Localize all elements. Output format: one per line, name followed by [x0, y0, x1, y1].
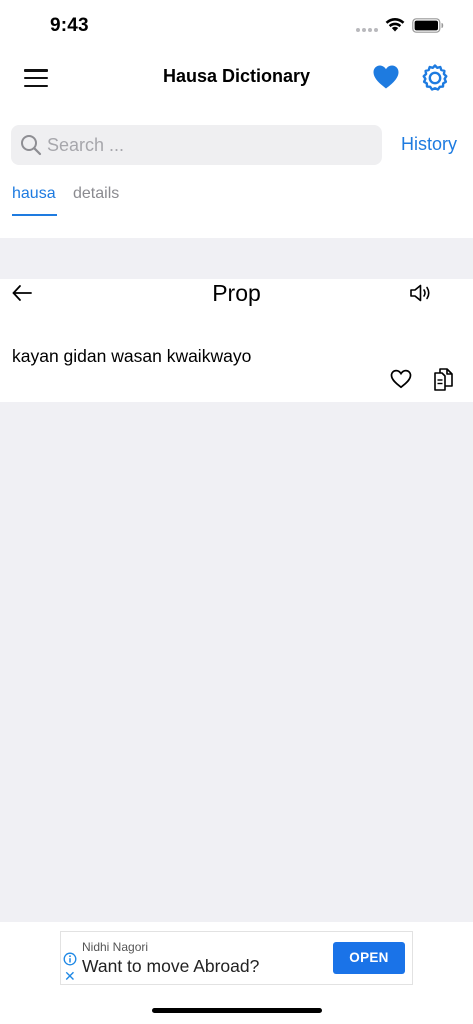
- active-tab-indicator: [12, 214, 57, 216]
- ad-headline[interactable]: Want to move Abroad?: [82, 956, 259, 977]
- settings-icon[interactable]: [420, 63, 450, 93]
- cellular-signal-icon: [356, 28, 378, 32]
- ad-open-button[interactable]: OPEN: [333, 942, 405, 974]
- battery-icon: [412, 18, 444, 33]
- screen: 9:43 Hausa Dictionary Search ... History…: [0, 0, 473, 1024]
- tab-hausa[interactable]: hausa: [12, 185, 56, 203]
- heart-outline-icon[interactable]: [390, 369, 412, 389]
- search-input[interactable]: [47, 133, 367, 157]
- info-icon[interactable]: [63, 952, 77, 966]
- copy-icon[interactable]: [433, 367, 455, 393]
- app-header: Hausa Dictionary: [0, 52, 473, 112]
- status-time: 9:43: [50, 15, 89, 36]
- search-box[interactable]: [11, 125, 382, 165]
- heart-icon[interactable]: [372, 64, 400, 90]
- word-card: Prop kayan gidan wasan kwaikwayo: [0, 279, 473, 402]
- ad-container[interactable]: ✕ Nidhi Nagori Want to move Abroad? OPEN: [60, 931, 413, 985]
- history-button[interactable]: History: [401, 134, 457, 155]
- search-icon: [21, 135, 42, 156]
- page-title: Hausa Dictionary: [162, 66, 311, 86]
- tab-details[interactable]: details: [73, 185, 119, 203]
- speaker-icon[interactable]: [408, 282, 434, 304]
- ad-advertiser: Nidhi Nagori: [82, 940, 149, 954]
- home-indicator[interactable]: [152, 1008, 322, 1013]
- wifi-icon: [385, 18, 405, 32]
- word-title: Prop: [212, 280, 261, 306]
- definition-text: kayan gidan wasan kwaikwayo: [12, 346, 252, 366]
- status-bar: 9:43: [0, 0, 473, 52]
- close-icon[interactable]: ✕: [64, 969, 76, 983]
- search-area: History hausa details: [0, 112, 473, 238]
